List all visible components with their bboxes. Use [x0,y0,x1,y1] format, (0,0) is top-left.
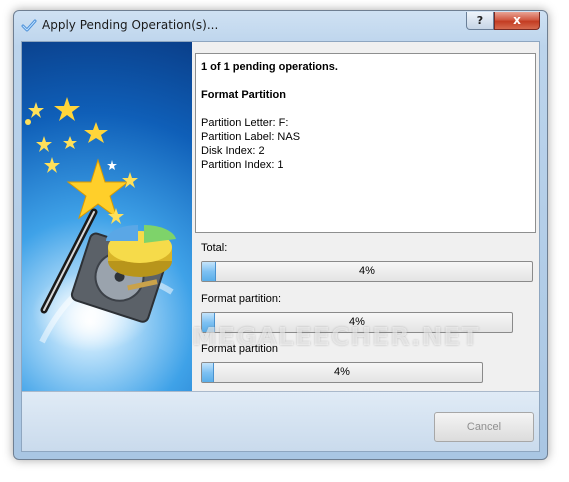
pending-summary: 1 of 1 pending operations. [201,61,338,73]
property-disk-index: Disk Index: 2 [201,145,265,157]
dialog-window: Apply Pending Operation(s)... ? x 1 of 1… [13,10,548,460]
close-button[interactable]: x [494,12,540,30]
checkmark-icon [21,19,37,32]
property-partition-index: Partition Index: 1 [201,159,284,171]
magic-wand-disk-icon [22,42,192,391]
watermark-text: MEGALEECHER.NET [192,322,480,351]
help-button[interactable]: ? [466,12,494,30]
cancel-button[interactable]: Cancel [434,412,534,442]
dialog-footer: Cancel [22,391,539,451]
property-partition-letter: Partition Letter: F: [201,117,289,129]
total-progress-text: 4% [359,265,375,277]
dialog-client-area: 1 of 1 pending operations. Format Partit… [21,41,540,452]
operation-details-box: 1 of 1 pending operations. Format Partit… [195,53,536,233]
property-partition-label: Partition Label: NAS [201,131,301,143]
title-bar[interactable]: Apply Pending Operation(s)... ? x [14,11,547,41]
operation-title: Format Partition [201,89,286,101]
sub-progress-bar: 4% [201,362,483,383]
sub-progress-text: 4% [334,366,350,378]
step-progress-label: Format partition: [201,293,282,305]
window-title: Apply Pending Operation(s)... [42,18,219,32]
total-progress-label: Total: [201,242,228,254]
total-progress-bar: 4% [201,261,533,282]
